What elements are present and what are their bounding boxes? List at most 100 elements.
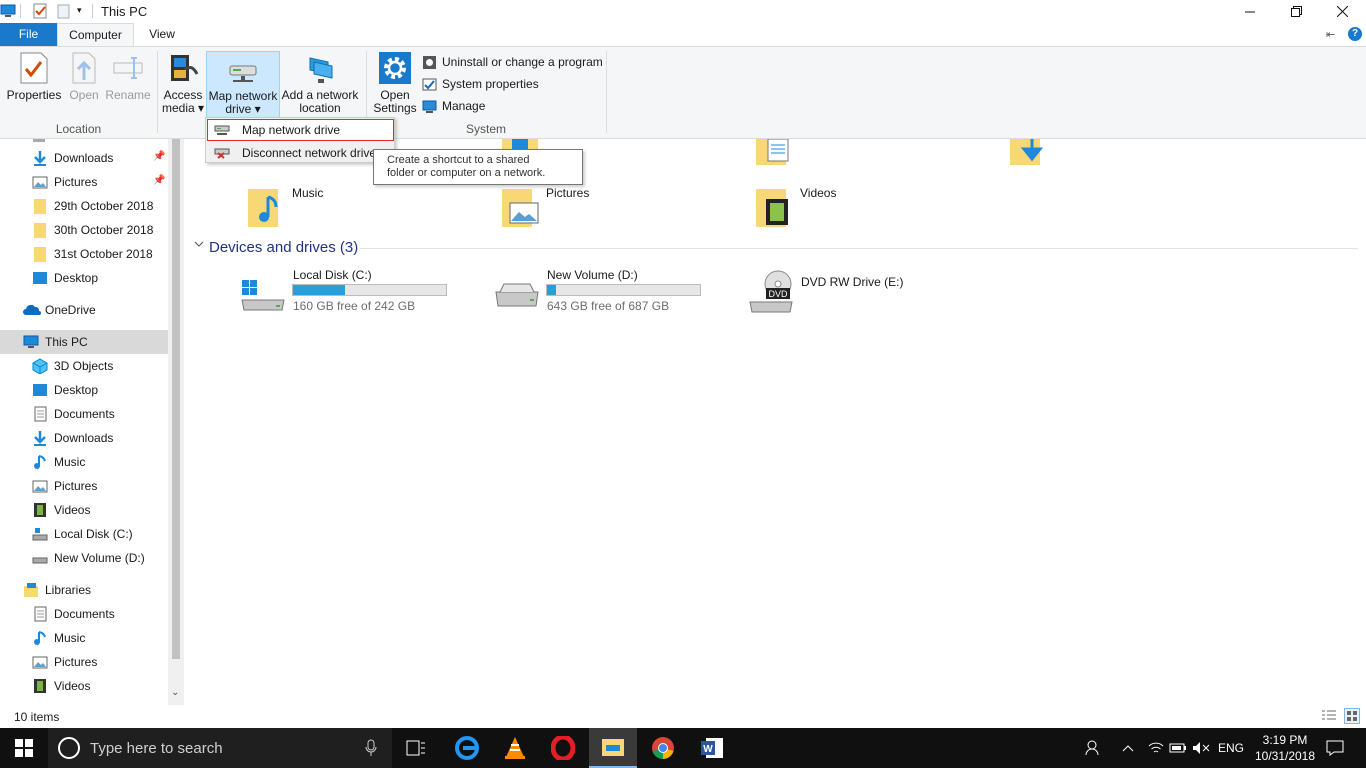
drive-c[interactable]: Local Disk (C:) 160 GB free of 242 GB [240,268,500,318]
tab-computer[interactable]: Computer [57,23,134,46]
nav-item-lib-music[interactable]: Music [0,626,168,650]
nav-item-folder[interactable]: 29th October 2018 [0,194,168,218]
action-center-icon[interactable] [1320,728,1350,768]
document-icon [32,606,48,622]
battery-icon[interactable] [1166,728,1190,768]
edge-browser-icon[interactable] [443,728,491,768]
nav-item-folder[interactable]: 31st October 2018 [0,242,168,266]
nav-item-onedrive[interactable]: OneDrive [0,298,168,322]
open-button[interactable]: Open [64,51,104,121]
menu-item-map-network-drive[interactable]: Map network drive [207,119,394,141]
menu-item-disconnect-network-drive[interactable]: Disconnect network drive [207,142,394,164]
nav-item-pictures[interactable]: Pictures [0,474,168,498]
properties-quick-icon[interactable] [32,3,48,19]
nav-item-pictures[interactable]: Pictures 📌 [0,170,168,194]
downloads-folder-icon[interactable] [1010,139,1046,165]
film-icon [32,502,48,518]
rename-icon [111,51,145,85]
taskbar-search-box[interactable]: Type here to search [48,728,392,768]
nav-item-downloads[interactable]: Downloads 📌 [0,146,168,170]
nav-item-label: This PC [45,335,88,349]
minimize-button[interactable] [1227,0,1273,23]
folder-pictures[interactable]: Pictures [500,182,589,232]
drive-usage-bar [546,284,701,296]
scrollbar-thumb[interactable] [172,139,180,659]
add-network-location-button[interactable]: Add a network location [280,51,360,121]
close-button[interactable] [1319,0,1365,23]
folder-videos[interactable]: Videos [754,182,836,232]
location-group-label: Location [55,122,102,136]
start-button[interactable] [0,728,48,768]
people-icon[interactable] [1080,728,1108,768]
hard-drive-icon [32,550,48,566]
documents-folder-icon[interactable] [756,138,792,165]
wifi-icon[interactable] [1144,728,1168,768]
map-network-drive-button[interactable]: Map network drive ▾ [206,51,280,119]
nav-item-local-disk[interactable]: Local Disk (C:) [0,522,168,546]
clock[interactable]: 3:19 PM 10/31/2018 [1250,728,1320,768]
large-icons-view-icon[interactable] [1344,708,1360,724]
nav-item-lib-documents[interactable]: Documents [0,602,168,626]
chrome-icon[interactable] [639,728,687,768]
scroll-down-arrow-icon[interactable]: ⌄ [171,687,179,698]
devices-section-header[interactable]: Devices and drives (3) [209,239,358,256]
nav-item-desktop[interactable]: Desktop [0,378,168,402]
separator [92,4,93,18]
pin-icon[interactable]: 📌 [153,175,165,186]
drive-free-space: 160 GB free of 242 GB [293,299,416,313]
new-folder-quick-icon[interactable] [56,3,72,19]
nav-item-lib-pictures[interactable]: Pictures [0,650,168,674]
music-note-icon [32,630,48,646]
nav-scrollbar[interactable]: ⌄ [168,139,184,705]
rename-button[interactable]: Rename [104,51,152,121]
details-view-icon[interactable] [1321,709,1337,723]
this-pc-icon[interactable] [0,3,16,19]
file-explorer-icon[interactable] [589,728,637,768]
nav-item-videos[interactable]: Videos [0,498,168,522]
nav-item-folder[interactable]: 30th October 2018 [0,218,168,242]
tab-view[interactable]: View [134,23,190,46]
vlc-icon[interactable] [491,728,539,768]
tab-file[interactable]: File [0,23,57,46]
pin-icon[interactable]: 📌 [153,151,165,162]
task-view-icon[interactable] [392,728,440,768]
uninstall-icon [422,55,437,70]
collapse-chevron-icon[interactable] [194,239,204,251]
nav-item-new-volume[interactable]: New Volume (D:) [0,546,168,570]
pin-ribbon-icon[interactable]: ⇤ [1326,28,1335,41]
input-language[interactable]: ENG [1214,728,1248,768]
map-drive-dropdown: Map network drive Disconnect network dri… [205,117,395,163]
scrolled-item-fragment [33,139,45,142]
videos-folder-icon [754,185,794,229]
properties-button[interactable]: Properties [4,51,64,121]
content-pane[interactable]: Music Pictures Videos Devices and drives… [184,138,1366,705]
nav-item-downloads[interactable]: Downloads [0,426,168,450]
opera-icon[interactable] [539,728,587,768]
nav-item-lib-videos[interactable]: Videos [0,674,168,698]
nav-item-this-pc[interactable]: This PC [0,330,168,354]
volume-muted-icon[interactable] [1189,728,1213,768]
nav-item-documents[interactable]: Documents [0,402,168,426]
system-properties-button[interactable]: System properties [422,74,539,94]
nav-item-desktop[interactable]: Desktop [0,266,168,290]
drive-d[interactable]: New Volume (D:) 643 GB free of 687 GB [494,268,754,318]
show-hidden-icons-chevron-icon[interactable] [1116,728,1140,768]
word-icon[interactable]: W [688,728,736,768]
drive-name: DVD RW Drive (E:) [801,275,904,289]
nav-item-libraries[interactable]: Libraries [0,578,168,602]
restore-button[interactable] [1273,0,1319,23]
uninstall-program-button[interactable]: Uninstall or change a program [422,52,603,72]
nav-item-music[interactable]: Music [0,450,168,474]
nav-item-label: New Volume (D:) [54,551,145,565]
nav-item-label: Downloads [54,431,114,445]
drive-e[interactable]: DVD DVD RW Drive (E:) [748,268,1008,318]
navigation-pane[interactable]: Downloads 📌 Pictures 📌 29th October 2018… [0,139,168,705]
microphone-icon[interactable] [364,739,378,757]
customize-quick-access-icon[interactable]: ▾ [77,5,82,16]
manage-button[interactable]: Manage [422,96,485,116]
help-icon[interactable]: ? [1348,27,1362,41]
nav-item-3d-objects[interactable]: 3D Objects [0,354,168,378]
open-settings-button[interactable]: Open Settings [372,51,418,121]
folder-music[interactable]: Music [246,182,323,232]
access-media-button[interactable]: Access media ▾ [160,51,206,121]
